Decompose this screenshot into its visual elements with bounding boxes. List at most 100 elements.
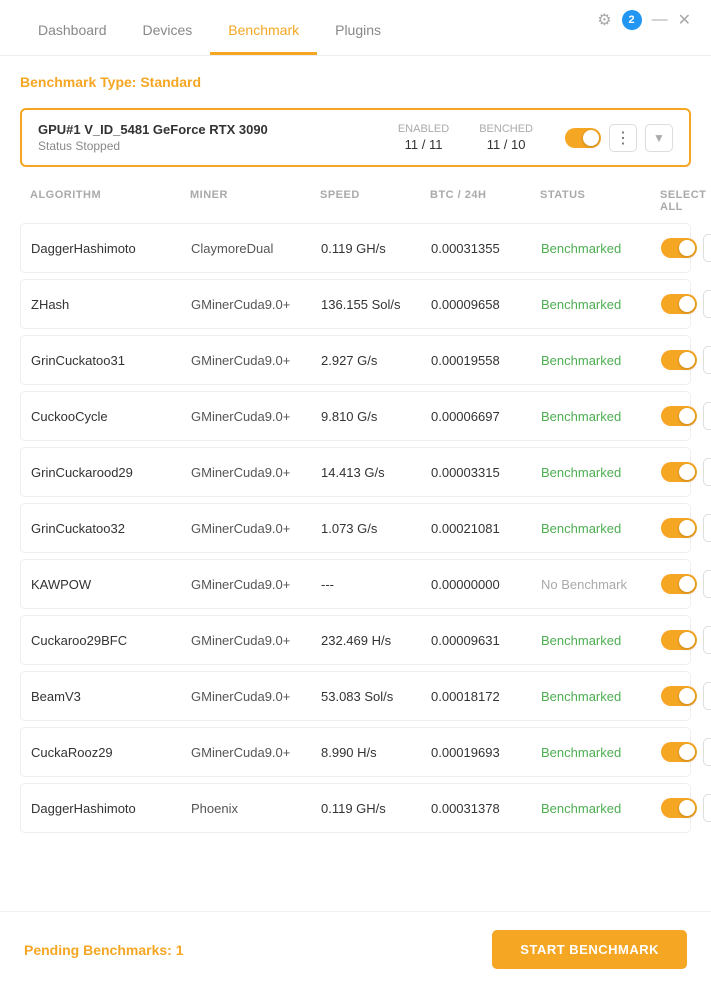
col-status: STATUS <box>540 189 660 213</box>
row-actions: ⚙ <box>661 794 711 822</box>
miner-name: GMinerCuda9.0+ <box>191 409 321 424</box>
status-badge: Benchmarked <box>541 353 661 368</box>
algo-toggle[interactable] <box>661 574 697 594</box>
algo-settings-button[interactable]: ⚙ <box>703 290 711 318</box>
table-row: ZHash GMinerCuda9.0+ 136.155 Sol/s 0.000… <box>20 279 691 329</box>
benched-label: BENCHED <box>479 123 533 135</box>
gpu-column-labels: ENABLED 11 / 11 BENCHED 11 / 10 <box>398 123 533 152</box>
algo-name: KAWPOW <box>31 577 191 592</box>
col-speed: SPEED <box>320 189 430 213</box>
table-row: CuckooCycle GMinerCuda9.0+ 9.810 G/s 0.0… <box>20 391 691 441</box>
row-actions: ⚙ <box>661 738 711 766</box>
table-row: KAWPOW GMinerCuda9.0+ --- 0.00000000 No … <box>20 559 691 609</box>
algo-toggle[interactable] <box>661 294 697 314</box>
miner-name: ClaymoreDual <box>191 241 321 256</box>
status-badge: Benchmarked <box>541 409 661 424</box>
algo-settings-button[interactable]: ⚙ <box>703 794 711 822</box>
gpu-actions: ⋮ ▼ <box>565 124 673 152</box>
column-headers: ALGORITHM MINER SPEED BTC / 24H STATUS S… <box>20 183 691 219</box>
speed-value: 14.413 G/s <box>321 465 431 480</box>
algo-settings-button[interactable]: ⚙ <box>703 458 711 486</box>
gpu-name: GPU#1 V_ID_5481 GeForce RTX 3090 <box>38 122 398 137</box>
notification-badge[interactable]: 2 <box>622 10 642 30</box>
tab-plugins[interactable]: Plugins <box>317 12 399 55</box>
header: Dashboard Devices Benchmark Plugins ⚙ 2 … <box>0 0 711 56</box>
col-select-all: SELECT ALL <box>660 189 711 213</box>
gpu-toggle[interactable] <box>565 128 601 148</box>
speed-value: 9.810 G/s <box>321 409 431 424</box>
speed-value: --- <box>321 577 431 592</box>
btc-value: 0.00000000 <box>431 577 541 592</box>
row-actions: ⚙ <box>661 458 711 486</box>
btc-value: 0.00019558 <box>431 353 541 368</box>
speed-value: 232.469 H/s <box>321 633 431 648</box>
row-actions: ⚙ <box>661 290 711 318</box>
tab-devices[interactable]: Devices <box>125 12 211 55</box>
algo-settings-button[interactable]: ⚙ <box>703 570 711 598</box>
algo-toggle[interactable] <box>661 518 697 538</box>
algo-name: DaggerHashimoto <box>31 801 191 816</box>
miner-name: GMinerCuda9.0+ <box>191 689 321 704</box>
status-badge: Benchmarked <box>541 465 661 480</box>
table-row: GrinCuckarood29 GMinerCuda9.0+ 14.413 G/… <box>20 447 691 497</box>
status-badge: Benchmarked <box>541 745 661 760</box>
algo-settings-button[interactable]: ⚙ <box>703 626 711 654</box>
benchmark-type-label: Benchmark Type: <box>20 74 136 90</box>
algo-toggle[interactable] <box>661 350 697 370</box>
table-row: DaggerHashimoto ClaymoreDual 0.119 GH/s … <box>20 223 691 273</box>
algo-settings-button[interactable]: ⚙ <box>703 402 711 430</box>
speed-value: 136.155 Sol/s <box>321 297 431 312</box>
algo-settings-button[interactable]: ⚙ <box>703 682 711 710</box>
benched-value: 11 / 10 <box>479 137 533 152</box>
table-row: CuckaRooz29 GMinerCuda9.0+ 8.990 H/s 0.0… <box>20 727 691 777</box>
algo-toggle[interactable] <box>661 238 697 258</box>
speed-value: 1.073 G/s <box>321 521 431 536</box>
miner-name: GMinerCuda9.0+ <box>191 465 321 480</box>
gpu-status: Status Stopped <box>38 139 398 153</box>
algo-name: GrinCuckarood29 <box>31 465 191 480</box>
tab-dashboard[interactable]: Dashboard <box>20 12 125 55</box>
close-icon[interactable]: ✕ <box>678 10 691 30</box>
algo-toggle[interactable] <box>661 742 697 762</box>
col-btc24h: BTC / 24H <box>430 189 540 213</box>
algo-toggle[interactable] <box>661 406 697 426</box>
btc-value: 0.00031355 <box>431 241 541 256</box>
enabled-label: ENABLED <box>398 123 449 135</box>
status-badge: Benchmarked <box>541 297 661 312</box>
algo-settings-button[interactable]: ⚙ <box>703 234 711 262</box>
algo-settings-button[interactable]: ⚙ <box>703 346 711 374</box>
status-badge: No Benchmark <box>541 577 661 592</box>
algo-toggle[interactable] <box>661 798 697 818</box>
start-benchmark-button[interactable]: START BENCHMARK <box>492 930 687 969</box>
row-actions: ⚙ <box>661 626 711 654</box>
algo-toggle[interactable] <box>661 630 697 650</box>
miner-name: GMinerCuda9.0+ <box>191 353 321 368</box>
speed-value: 2.927 G/s <box>321 353 431 368</box>
minimize-icon[interactable]: — <box>652 11 668 29</box>
btc-value: 0.00009658 <box>431 297 541 312</box>
algo-name: CuckooCycle <box>31 409 191 424</box>
gpu-menu-button[interactable]: ⋮ <box>609 124 637 152</box>
tab-benchmark[interactable]: Benchmark <box>210 12 317 55</box>
row-actions: ⚙ <box>661 234 711 262</box>
btc-value: 0.00021081 <box>431 521 541 536</box>
algo-name: DaggerHashimoto <box>31 241 191 256</box>
gpu-enabled-col: ENABLED 11 / 11 <box>398 123 449 152</box>
algo-toggle[interactable] <box>661 462 697 482</box>
algo-settings-button[interactable]: ⚙ <box>703 514 711 542</box>
btc-value: 0.00003315 <box>431 465 541 480</box>
settings-icon[interactable]: ⚙ <box>597 10 611 30</box>
col-miner: MINER <box>190 189 320 213</box>
status-badge: Benchmarked <box>541 801 661 816</box>
benchmark-type-row: Benchmark Type: Standard <box>20 74 691 90</box>
gpu-expand-button[interactable]: ▼ <box>645 124 673 152</box>
algo-name: CuckaRooz29 <box>31 745 191 760</box>
algorithm-rows: DaggerHashimoto ClaymoreDual 0.119 GH/s … <box>20 223 691 833</box>
header-actions: ⚙ 2 — ✕ <box>597 10 691 30</box>
algo-settings-button[interactable]: ⚙ <box>703 738 711 766</box>
miner-name: GMinerCuda9.0+ <box>191 577 321 592</box>
table-row: DaggerHashimoto Phoenix 0.119 GH/s 0.000… <box>20 783 691 833</box>
algo-name: GrinCuckatoo32 <box>31 521 191 536</box>
algo-toggle[interactable] <box>661 686 697 706</box>
miner-name: GMinerCuda9.0+ <box>191 297 321 312</box>
